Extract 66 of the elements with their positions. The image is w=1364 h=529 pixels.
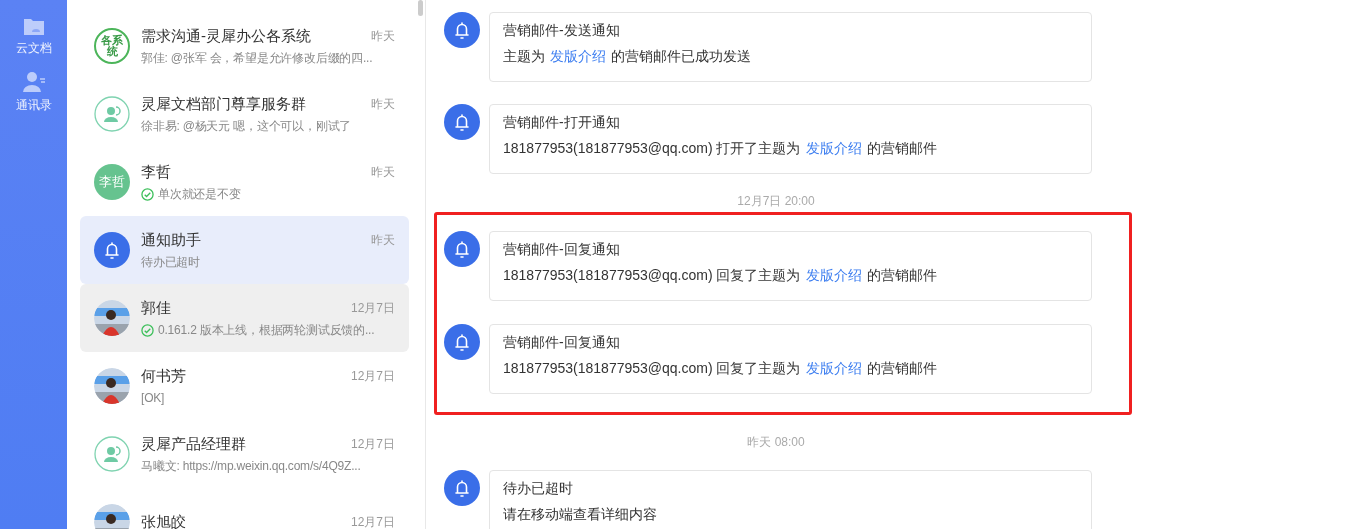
subject-link[interactable]: 发版介绍 [805, 357, 862, 379]
message-text: 请在移动端查看详细内容 [503, 505, 657, 524]
folder-icon [22, 16, 45, 36]
subject-link[interactable]: 发版介绍 [805, 264, 862, 286]
message-preview: 马曦文: https://mp.weixin.qq.com/s/4Q9Z... [141, 458, 361, 475]
message-text: 181877953(181877953@qq.com) 打开了主题为 [503, 139, 801, 158]
conversation-name: 需求沟通-灵犀办公各系统 [141, 26, 311, 46]
message-text: 的营销邮件 [866, 139, 937, 158]
check-circle-icon [141, 187, 154, 201]
message-text: 主题为 [503, 47, 545, 66]
contacts-icon [21, 71, 46, 93]
conversation-name: 李哲 [141, 162, 171, 182]
message-preview: 郭佳: @张军 会，希望是允许修改后缀的四... [141, 50, 373, 67]
subject-link[interactable]: 发版介绍 [550, 45, 606, 67]
message-title: 营销邮件-回复通知 [503, 240, 621, 259]
conversation-item[interactable]: 灵犀文档部门尊享服务群 昨天 徐非易: @杨天元 嗯，这个可以，刚试了 [80, 80, 409, 148]
scrollbar[interactable] [418, 0, 423, 16]
bell-icon [444, 231, 480, 267]
conversation-time: 昨天 [371, 96, 395, 113]
group-avatar-icon [94, 96, 130, 132]
message-text: 181877953(181877953@qq.com) 回复了主题为 [503, 359, 801, 378]
message-title: 营销邮件-回复通知 [503, 333, 621, 352]
message-text: 的营销邮件 [866, 266, 937, 285]
message-title: 营销邮件-发送通知 [503, 21, 621, 40]
conversation-name: 张旭皎 [141, 512, 186, 529]
conversation-item[interactable]: 何书芳 12月7日 [OK] [80, 352, 409, 420]
user-avatar: 李哲 [94, 164, 130, 200]
conversation-time: 12月7日 [350, 436, 395, 453]
conversation-item[interactable]: 张旭皎 12月7日 [80, 488, 409, 529]
message-text: 181877953(181877953@qq.com) 回复了主题为 [503, 266, 801, 285]
message-preview: 待办已超时 [141, 254, 200, 271]
conversation-name: 灵犀文档部门尊享服务群 [141, 94, 306, 114]
conversation-name: 灵犀产品经理群 [141, 434, 246, 454]
check-circle-icon [141, 323, 154, 337]
message-text: 的营销邮件已成功发送 [611, 47, 751, 66]
conversation-item[interactable]: 李哲 李哲 昨天 单次就还是不变 [80, 148, 409, 216]
subject-link[interactable]: 发版介绍 [805, 137, 862, 159]
conversation-name: 郭佳 [141, 298, 171, 318]
message-preview: 单次就还是不变 [158, 186, 241, 203]
bell-icon [94, 232, 130, 268]
message-title: 营销邮件-打开通知 [503, 113, 621, 132]
conversation-name: 何书芳 [141, 366, 186, 386]
message-text: 的营销邮件 [866, 359, 937, 378]
conversation-item[interactable]: 灵犀产品经理群 12月7日 马曦文: https://mp.weixin.qq.com/s/4Q9Z... [80, 420, 409, 488]
bell-icon [444, 12, 480, 48]
conversation-time: 昨天 [371, 28, 395, 45]
message-title: 待办已超时 [503, 479, 574, 498]
group-avatar: 各系统 [94, 28, 130, 64]
message-preview: [OK] [141, 390, 165, 407]
bell-icon [444, 324, 480, 360]
conversation-item[interactable]: 各系统 需求沟通-灵犀办公各系统 昨天 郭佳: @张军 会，希望是允许修改后缀的四... [80, 12, 409, 80]
bell-icon [444, 470, 480, 506]
conversation-time: 昨天 [371, 232, 395, 249]
group-avatar-icon [94, 436, 130, 472]
timestamp: 昨天 08:00 [747, 434, 805, 450]
message-preview: 0.161.2 版本上线，根据两轮测试反馈的... [158, 322, 375, 339]
conversation-name: 通知助手 [141, 230, 201, 250]
conversation-time: 昨天 [371, 164, 395, 181]
bell-icon [444, 104, 480, 140]
conversation-time: 12月7日 [350, 368, 395, 385]
message-preview: 徐非易: @杨天元 嗯，这个可以，刚试了 [141, 118, 352, 135]
timestamp: 12月7日 20:00 [737, 193, 815, 209]
conversation-time: 12月7日 [350, 514, 395, 529]
conversation-item[interactable]: 通知助手 昨天 待办已超时 [80, 216, 409, 284]
conversation-item[interactable]: 郭佳 12月7日 0.161.2 版本上线，根据两轮测试反馈的... [80, 284, 409, 352]
conversation-time: 12月7日 [350, 300, 395, 317]
